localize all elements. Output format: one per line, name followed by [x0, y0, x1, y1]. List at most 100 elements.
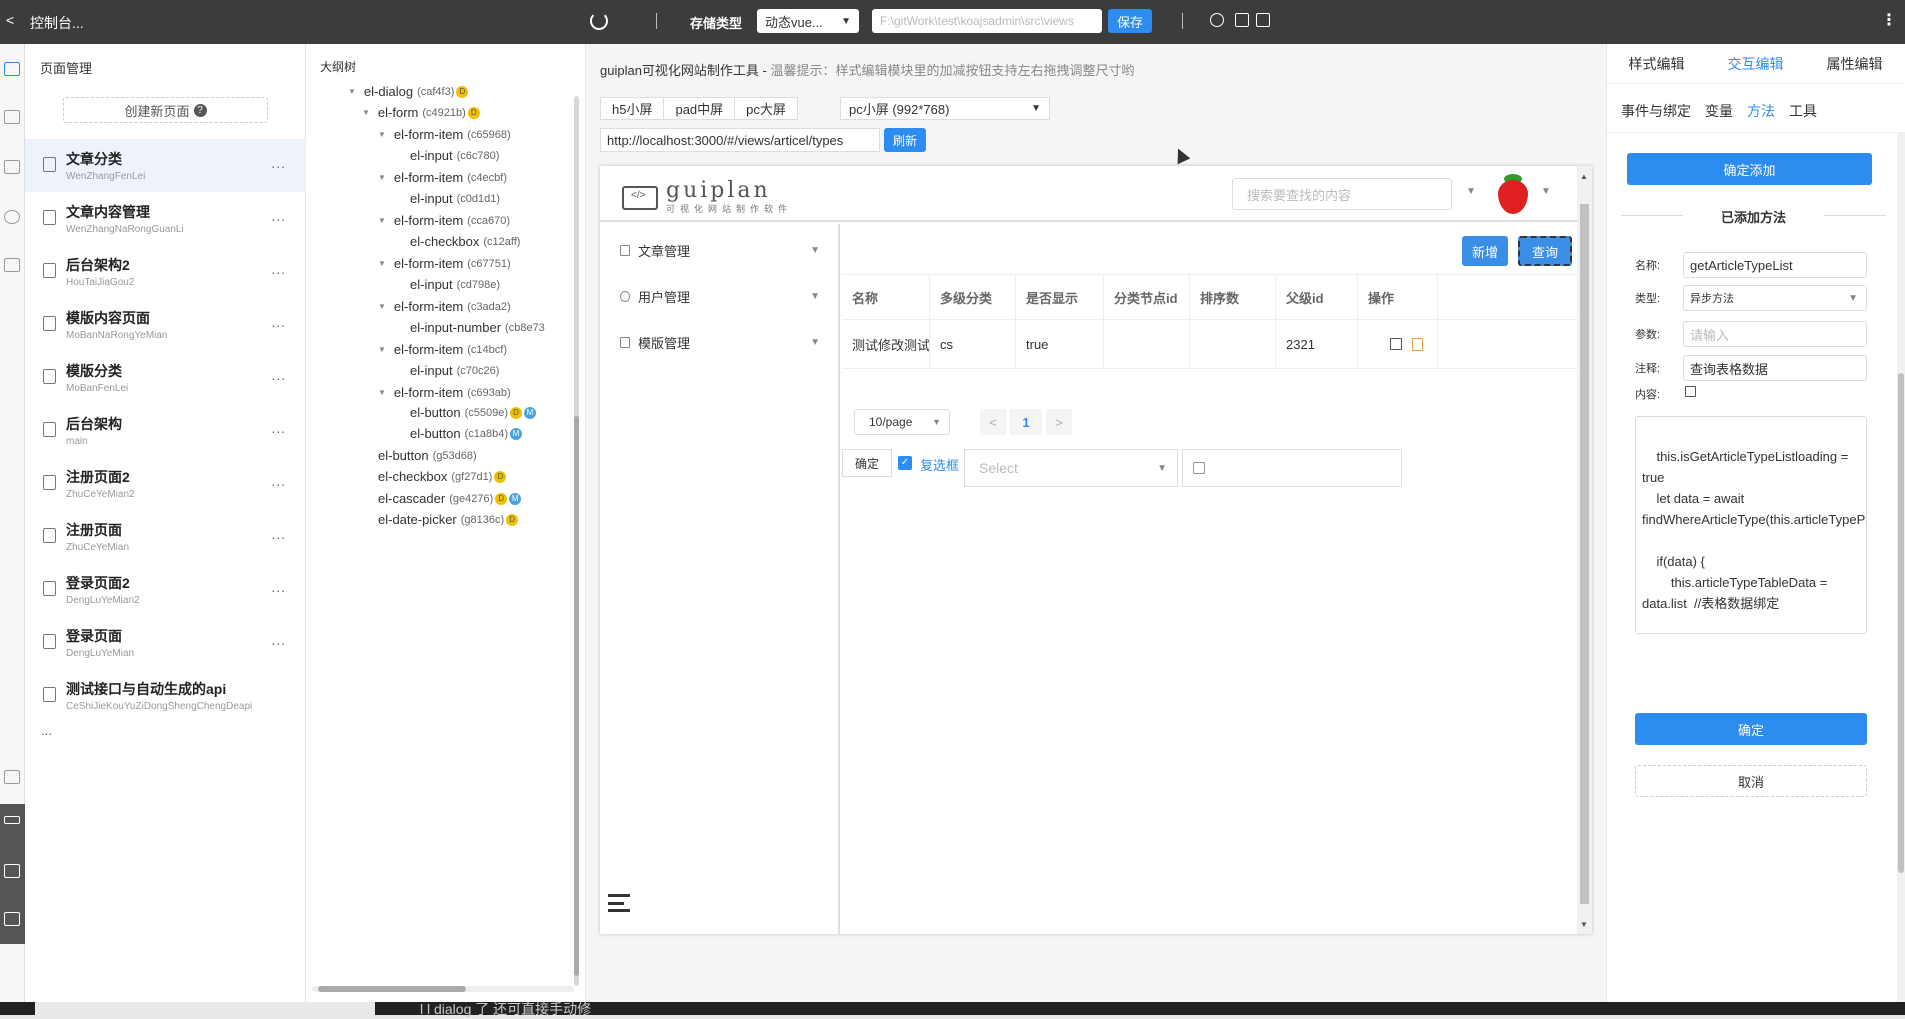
- tab-attribute-edit[interactable]: 属性编辑: [1805, 44, 1904, 84]
- back-button[interactable]: <: [6, 12, 14, 28]
- tree-node[interactable]: el-input (c0d1d1): [394, 191, 500, 206]
- query-button[interactable]: 查询: [1518, 236, 1572, 266]
- tree-node[interactable]: ▼ el-dialog (caf4f3) D: [348, 84, 469, 99]
- tree-node[interactable]: el-button (c5509e) D M: [394, 405, 537, 420]
- caret-down-icon[interactable]: ▼: [378, 216, 386, 225]
- tree-node[interactable]: el-checkbox (c12aff): [394, 234, 520, 249]
- page-more-icon[interactable]: ...: [271, 261, 286, 277]
- panel-icon[interactable]: [4, 912, 20, 926]
- tree-vertical-scrollbar[interactable]: [574, 96, 579, 986]
- page-item[interactable]: 登录页面 DengLuYeMian...: [25, 616, 306, 669]
- chevron-down-icon[interactable]: ▼: [1541, 186, 1551, 197]
- page-item[interactable]: 文章分类 WenZhangFenLei...: [25, 139, 306, 192]
- page-item[interactable]: 注册页面 ZhuCeYeMian...: [25, 510, 306, 563]
- method-params-field[interactable]: 请输入: [1683, 321, 1867, 347]
- book-icon[interactable]: [4, 770, 20, 784]
- tree-node[interactable]: el-input (c70c26): [394, 363, 499, 378]
- page-number-button[interactable]: 1: [1010, 409, 1042, 435]
- page-more-icon[interactable]: ...: [271, 155, 286, 171]
- tree-node[interactable]: ▼ el-form-item (c67751): [378, 256, 511, 271]
- tree-node[interactable]: ▼ el-form (c4921b) D: [362, 105, 480, 120]
- cascader-select[interactable]: Select ▼: [964, 449, 1178, 487]
- next-page-button[interactable]: >: [1046, 409, 1072, 435]
- list-icon[interactable]: [4, 864, 20, 878]
- file-edit-icon[interactable]: [1256, 13, 1270, 27]
- components-icon[interactable]: [4, 160, 20, 174]
- menu-article-management[interactable]: 文章管理 ▼: [620, 240, 820, 260]
- tree-horizontal-scrollbar[interactable]: [312, 986, 574, 992]
- tree-node[interactable]: ▼ el-form-item (c3ada2): [378, 299, 511, 314]
- tree-node[interactable]: ▼ el-form-item (c4ecbf): [378, 170, 507, 185]
- page-item[interactable]: 后台架构 main...: [25, 404, 306, 457]
- tree-node[interactable]: el-cascader (ge4276) D M: [362, 491, 522, 506]
- tree-node[interactable]: el-button (g53d68): [362, 448, 477, 463]
- tree-node[interactable]: ▼ el-form-item (c14bcf): [378, 342, 507, 357]
- device-size-select[interactable]: pc小屏 (992*768) ▼: [840, 97, 1050, 120]
- more-pages-indicator[interactable]: ...: [41, 723, 52, 738]
- scroll-up-icon[interactable]: ▲: [1580, 172, 1588, 181]
- ok-button[interactable]: 确定: [1635, 713, 1867, 745]
- folder-icon[interactable]: [1235, 13, 1249, 27]
- plugin-icon[interactable]: [4, 110, 20, 124]
- page-item[interactable]: 后台架构2 HouTaiJiaGou2...: [25, 245, 306, 298]
- page-more-icon[interactable]: ...: [271, 473, 286, 489]
- subtab-variables[interactable]: 变量: [1705, 101, 1733, 121]
- caret-down-icon[interactable]: ▼: [378, 388, 386, 397]
- caret-down-icon[interactable]: ▼: [378, 173, 386, 182]
- caret-down-icon[interactable]: ▼: [378, 302, 386, 311]
- tree-node[interactable]: ▼ el-form-item (cca670): [378, 213, 510, 228]
- help-icon[interactable]: ?: [193, 103, 207, 117]
- api-icon[interactable]: [4, 210, 20, 224]
- page-item[interactable]: 注册页面2 ZhuCeYeMian2...: [25, 457, 306, 510]
- page-item[interactable]: 登录页面2 DengLuYeMian2...: [25, 563, 306, 616]
- caret-down-icon[interactable]: ▼: [378, 130, 386, 139]
- more-menu-icon[interactable]: ⋮: [1881, 10, 1897, 30]
- scrollbar-thumb[interactable]: [318, 986, 466, 992]
- tree-node[interactable]: el-input (cd798e): [394, 277, 500, 292]
- caret-down-icon[interactable]: ▼: [348, 87, 356, 96]
- scrollbar-thumb[interactable]: [1898, 373, 1904, 873]
- tree-node[interactable]: ▼ el-form-item (c693ab): [378, 385, 511, 400]
- storage-type-select[interactable]: 动态vue... ▼: [757, 9, 859, 33]
- confirm-button[interactable]: 确定: [842, 449, 892, 477]
- bug-icon[interactable]: [1210, 13, 1224, 27]
- page-item[interactable]: 模版分类 MoBanFenLei...: [25, 351, 306, 404]
- cancel-button[interactable]: 取消: [1635, 765, 1867, 797]
- page-item[interactable]: 文章内容管理 WenZhangNaRongGuanLi...: [25, 192, 306, 245]
- pages-icon[interactable]: [4, 62, 20, 76]
- page-more-icon[interactable]: ...: [271, 526, 286, 542]
- page-more-icon[interactable]: ...: [271, 579, 286, 595]
- page-item[interactable]: 测试接口与自动生成的api CeShiJieKouYuZiDongShengChe…: [25, 669, 306, 722]
- properties-scrollbar[interactable]: [1897, 133, 1905, 1003]
- method-code-editor[interactable]: this.isGetArticleTypeListloading = true …: [1635, 416, 1867, 634]
- menu-template-management[interactable]: 模版管理 ▼: [620, 332, 820, 352]
- tree-node[interactable]: ▼ el-form-item (c65968): [378, 127, 511, 142]
- subtab-events[interactable]: 事件与绑定: [1621, 101, 1691, 121]
- caret-down-icon[interactable]: ▼: [378, 345, 386, 354]
- edit-icon[interactable]: [1390, 338, 1402, 350]
- page-more-icon[interactable]: ...: [271, 208, 286, 224]
- tree-node[interactable]: el-checkbox (gf27d1) D: [362, 469, 507, 484]
- scrollbar-thumb[interactable]: [1580, 204, 1589, 904]
- page-more-icon[interactable]: ...: [271, 632, 286, 648]
- scroll-down-icon[interactable]: ▼: [1580, 920, 1588, 929]
- menu-collapse-icon[interactable]: [608, 894, 630, 912]
- tab-pc-large[interactable]: pc大屏: [734, 97, 798, 120]
- edit-icon[interactable]: [1685, 386, 1696, 397]
- caret-down-icon[interactable]: ▼: [378, 259, 386, 268]
- add-button[interactable]: 新增: [1462, 236, 1508, 266]
- refresh-button[interactable]: 刷新: [884, 128, 926, 152]
- chevron-down-icon[interactable]: ▼: [1466, 186, 1476, 197]
- menu-user-management[interactable]: 用户管理 ▼: [620, 286, 820, 306]
- page-size-select[interactable]: 10/page ▼: [854, 409, 950, 435]
- create-page-button[interactable]: 创建新页面?: [63, 97, 268, 123]
- method-name-field[interactable]: getArticleTypeList: [1683, 252, 1867, 278]
- tree-node[interactable]: el-button (c1a8b4) M: [394, 426, 523, 441]
- database-icon[interactable]: [4, 258, 20, 272]
- tree-node[interactable]: el-date-picker (g8136c) D: [362, 512, 519, 527]
- reload-icon[interactable]: [590, 12, 608, 30]
- tab-pad-medium[interactable]: pad中屏: [663, 97, 736, 120]
- caret-down-icon[interactable]: ▼: [362, 108, 370, 117]
- avatar[interactable]: [1496, 174, 1530, 214]
- method-type-select[interactable]: 异步方法 ▼: [1683, 285, 1867, 311]
